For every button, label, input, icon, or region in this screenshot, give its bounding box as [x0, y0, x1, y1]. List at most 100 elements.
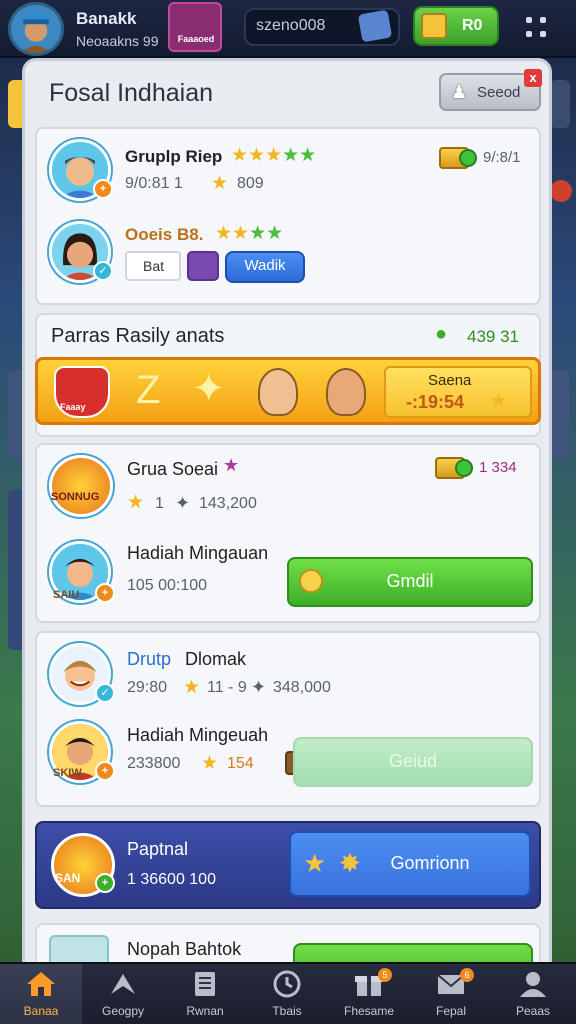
claim-button-label: Geiud [388, 751, 438, 771]
shield-badge-label: Faaay [60, 402, 86, 412]
claim-button-disabled[interactable]: Geiud [293, 737, 533, 787]
friend-name: Dlomak [185, 649, 247, 669]
featured-badge[interactable] [168, 2, 222, 52]
nav-label: Banaa [23, 1004, 59, 1018]
gold-box-title: Saena [428, 372, 472, 389]
leaf-icon: ● [435, 323, 448, 345]
stars-text: 1 [155, 495, 164, 512]
reward-value: 105 00:100 [127, 577, 208, 594]
nav-label: Rwnan [186, 1004, 224, 1018]
wing-icon [111, 974, 135, 994]
star-icon: ★ [183, 677, 201, 698]
nav-label: Fhesame [343, 1004, 395, 1018]
friend-right-value: 9/:8/1 [483, 149, 521, 166]
lightning-icon: Z [136, 368, 161, 412]
person-icon: ♟ [451, 82, 468, 102]
coin-icon [421, 13, 447, 39]
currency-value: szeno008 [256, 17, 326, 34]
notification-badge: 6 [460, 968, 474, 982]
wadik-button[interactable]: Wadik [225, 251, 305, 283]
friend-card-gruasoai: SONNUG Grua Soeai ★ ★ 1 ✦ 143,200 1 334 … [35, 443, 541, 623]
nav-item-geogpy[interactable]: Geogpy [82, 964, 164, 1024]
saiu-badge-label: SAIU [53, 589, 80, 601]
claim-button[interactable]: Gmdil [287, 557, 533, 607]
puzzle-icon: ✦ [251, 677, 267, 697]
character-icon[interactable] [187, 251, 219, 281]
star-icon: ★ [201, 753, 219, 774]
sonnug-badge-label: SONNUG [51, 491, 100, 503]
gold-reward-box[interactable]: Saena -:19:54 ★ [384, 366, 532, 418]
player-name: Banakk [76, 9, 137, 28]
nav-item-home[interactable]: Banaa [0, 964, 82, 1024]
home-icon [27, 972, 55, 996]
skiw-badge-label: SKIW [53, 767, 82, 779]
profile-icon [520, 972, 546, 997]
gold-reward-banner[interactable]: Faaay Z ✦ Saena -:19:54 ★ [35, 357, 541, 425]
rating-stars-icon: ★★★★★ [231, 145, 317, 166]
star-count: 809 [237, 175, 264, 192]
nav-label: Tbais [272, 1004, 302, 1018]
gem-green-icon [455, 459, 473, 477]
player-avatar[interactable] [8, 2, 64, 56]
level-badge-icon: + [95, 583, 115, 603]
reward-title: Hadiah Mingauan [127, 543, 269, 563]
rating-stars-icon: ★★★★ [215, 223, 284, 244]
main-panel: Fosal Indhaian ♟ Seeod x + Gruplp Riep ★… [22, 58, 552, 978]
event-badge-label: SAN [55, 871, 81, 885]
top-bar: Banakk Neoaakns 99 Faaaoed szeno008 R0 [0, 0, 576, 58]
friend-name: Gruplp Riep [125, 147, 223, 166]
shield-small-icon: ★ [223, 455, 240, 475]
bottom-nav: Banaa Geogpy Rwnan Tbais 5 Fhesame 6 Fep… [0, 962, 576, 1024]
chip-button[interactable]: Bat [125, 251, 181, 281]
claim-button-label: Gmdil [386, 571, 434, 591]
player-subtitle: Neoaakns 99 [76, 33, 159, 49]
sparkle-icon: ✦ [192, 367, 226, 411]
star-icon: ★ [490, 391, 508, 412]
star-icon: ★ [127, 492, 145, 513]
friend-name-blue: Drutp [127, 649, 172, 669]
friend-name: Ooeis B8. [125, 225, 204, 244]
friend-score: 143,200 [199, 495, 257, 512]
wadik-button-label: Wadik [244, 257, 286, 274]
nav-item-tbais[interactable]: Tbais [246, 964, 328, 1024]
star-icon: ★ [303, 848, 327, 878]
event-button[interactable]: ★ ✸ Gomrionn [289, 831, 531, 897]
friend-score: 348,000 [273, 679, 331, 696]
menu-grid-icon[interactable] [526, 17, 548, 39]
score-left: 29:80 [127, 679, 168, 696]
clock-icon [273, 970, 301, 998]
friend-name: Grua Soeai [127, 459, 219, 479]
level-badge-icon: + [93, 179, 113, 199]
nav-item-fepal[interactable]: 6 Fepal [410, 964, 492, 1024]
character-avatar-icon [326, 368, 366, 416]
reward-star-value: 154 [227, 755, 254, 772]
nav-item-rwnan[interactable]: Rwnan [164, 964, 246, 1024]
star-icon: ★ [211, 173, 229, 194]
friend-right-value: 1 334 [479, 459, 517, 476]
reward-value: 233800 [127, 755, 181, 772]
friend-name: Nopah Bahtok [127, 939, 242, 959]
nav-item-fhesame[interactable]: 5 Fhesame [328, 964, 410, 1024]
event-value: 1 36600 100 [127, 871, 216, 888]
character-avatar-icon [258, 368, 298, 416]
search-button-label: Seeod [477, 84, 521, 101]
puzzle-icon: ✦ [175, 493, 191, 513]
gold-box-value: -:19:54 [406, 392, 465, 412]
background-decoration-right [550, 70, 576, 770]
close-icon[interactable]: x [524, 69, 542, 87]
event-name: Paptnal [127, 839, 189, 859]
friend-score: 9/0:81 1 [125, 175, 183, 192]
nav-item-peaas[interactable]: Peaas [492, 964, 576, 1024]
gem-green-icon [459, 149, 477, 167]
friend-card-drutp: ✓ Drutp Dlomak 29:80 ★ 11 - 9 ✦ 348,000 … [35, 631, 541, 807]
ranking-value: 439 31 [467, 327, 519, 346]
panel-title: Fosal Indhaian [49, 79, 214, 107]
reward-title: Hadiah Mingeuah [127, 725, 269, 745]
chip-label: Bat [143, 258, 165, 274]
ranking-title: Parras Rasily anats [51, 325, 225, 347]
level-badge-icon: + [95, 761, 115, 781]
featured-badge-label: Faaaoed [177, 34, 215, 44]
level-badge-icon: + [95, 873, 115, 893]
book-icon [195, 972, 215, 996]
shop-button-label: R0 [462, 17, 483, 34]
